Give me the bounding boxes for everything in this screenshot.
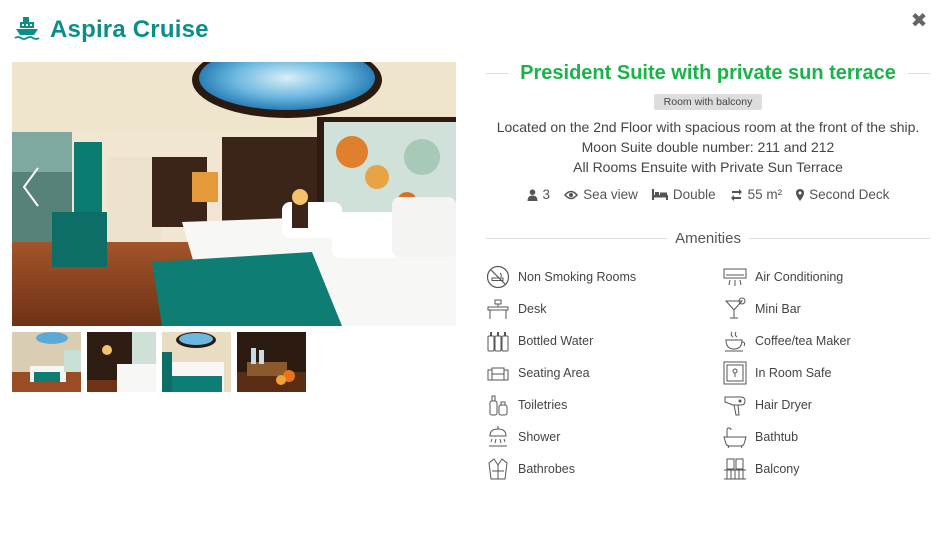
amenity-label: Air Conditioning [755,270,844,284]
eye-icon [564,190,578,200]
amenity-label: Shower [518,430,561,444]
bed-icon [651,189,668,200]
user-icon [527,188,538,201]
thumbnail-strip [12,332,306,392]
fact-guests: 3 [527,187,551,202]
app-title: Aspira Cruise [50,16,209,43]
amenity-label: In Room Safe [755,366,832,380]
safe-icon [723,361,747,385]
toiletries-icon [486,393,510,417]
amenity-label: Seating Area [518,366,590,380]
bathtub-icon [723,425,747,449]
gallery-prev-arrow[interactable] [16,162,46,212]
amenities-list: Non Smoking Rooms Air Conditioning Desk … [486,261,930,485]
amenity-label: Hair Dryer [755,398,812,412]
amenity-item: Non Smoking Rooms [486,261,723,293]
fact-bed: Double [651,187,716,202]
header: Aspira Cruise [14,14,209,46]
amenity-label: Non Smoking Rooms [518,270,637,284]
amenities-heading-row: Amenities [486,230,931,247]
amenity-item: In Room Safe [723,357,930,389]
cruise-ship-icon [14,15,40,46]
fact-deck: Second Deck [796,187,889,202]
amenity-item: Coffee/tea Maker [723,325,930,357]
room-description: Located on the 2nd Floor with spacious r… [486,117,930,177]
amenity-label: Mini Bar [755,302,801,316]
desk-icon [486,297,510,321]
fact-size: 55 m² [730,187,783,202]
thumbnail-3[interactable] [162,332,231,392]
amenity-item: Mini Bar [723,293,930,325]
main-room-photo [12,62,456,326]
room-title-row: President Suite with private sun terrace [486,58,930,88]
room-facts: 3 Sea view Double 55 m² Second Deck [486,187,930,202]
sofa-icon [486,361,510,385]
amenity-label: Desk [518,302,547,316]
amenity-label: Bathtub [755,430,799,444]
room-details: President Suite with private sun terrace… [486,58,931,485]
description-line: Located on the 2nd Floor with spacious r… [496,119,920,135]
map-marker-icon [796,188,805,201]
amenities-heading: Amenities [675,230,741,247]
amenity-label: Toiletries [518,398,568,412]
guests-value: 3 [542,187,551,202]
no-smoking-icon [486,265,510,289]
amenity-item: Desk [486,293,723,325]
view-value: Sea view [583,187,638,202]
close-icon[interactable]: ✖ [909,11,929,31]
coffee-cup-icon [723,329,747,353]
amenity-label: Bathrobes [518,462,575,476]
amenity-item: Hair Dryer [723,389,930,421]
amenity-item: Toiletries [486,389,723,421]
amenity-label: Bottled Water [518,334,594,348]
amenity-label: Coffee/tea Maker [755,334,851,348]
bed-value: Double [672,187,716,202]
deck-value: Second Deck [809,187,890,202]
air-conditioner-icon [723,265,747,289]
amenity-item: Seating Area [486,357,723,389]
water-bottle-icon [486,329,510,353]
description-line: Moon Suite double number: 211 and 212 [581,139,835,155]
bathrobe-icon [486,457,510,481]
amenity-item: Balcony [723,453,930,485]
amenity-item: Shower [486,421,723,453]
amenity-item: Bathtub [723,421,930,453]
room-title: President Suite with private sun terrace [520,61,896,84]
divider [748,238,931,239]
fact-view: Sea view [564,187,638,202]
thumbnail-1[interactable] [12,332,81,392]
resize-arrows-icon [730,188,743,201]
amenity-item: Bathrobes [486,453,723,485]
amenity-item: Bottled Water [486,325,723,357]
balcony-icon [723,457,747,481]
amenity-label: Balcony [755,462,800,476]
divider [486,72,509,74]
room-type-badge: Room with balcony [653,94,763,110]
thumbnail-2[interactable] [87,332,156,392]
amenity-item: Air Conditioning [723,261,930,293]
divider [907,72,930,74]
size-value: 55 m² [747,187,783,202]
divider [486,238,668,239]
hair-dryer-icon [723,393,747,417]
description-line: All Rooms Ensuite with Private Sun Terra… [573,159,843,175]
cocktail-icon [723,297,747,321]
shower-icon [486,425,510,449]
thumbnail-4[interactable] [237,332,306,392]
